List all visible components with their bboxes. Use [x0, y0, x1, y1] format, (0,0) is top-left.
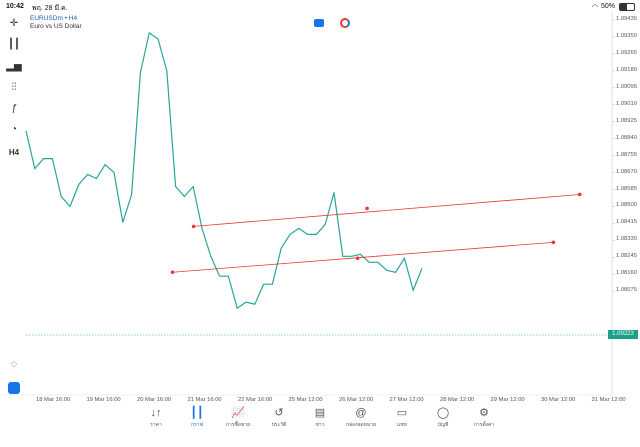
trendline-anchor-point [577, 192, 582, 197]
quotes-icon: ↓↑ [150, 407, 162, 419]
tab-news[interactable]: ▤ ข่าว [297, 405, 343, 429]
tab-label: ประวัติ [271, 422, 287, 428]
y-tick-label: 1.09265 [616, 49, 637, 56]
chat-icon: ▭ [396, 407, 408, 419]
x-tick-label: 28 Mar 12:00 [440, 397, 475, 403]
tab-history[interactable]: ↺ ประวัติ [256, 405, 302, 429]
tab-mailbox[interactable]: @ กล่องจดหมาย [338, 405, 384, 429]
y-tick-label: 1.08160 [616, 270, 637, 277]
x-tick-label: 25 Mar 12:00 [288, 397, 323, 403]
y-tick-label: 1.09010 [616, 100, 637, 107]
trendline-anchor-point [191, 224, 196, 229]
x-tick-label: 29 Mar 12:00 [490, 397, 525, 403]
tab-account[interactable]: ◯ บัญชี [420, 405, 466, 429]
tab-label: บัญชี [437, 422, 449, 428]
y-tick-label: 1.09350 [616, 32, 637, 39]
price-line [25, 32, 423, 310]
tab-chat[interactable]: ▭ แชท [379, 405, 425, 429]
history-icon: ↺ [274, 407, 284, 419]
x-tick-label: 27 Mar 12:00 [389, 397, 424, 403]
tab-chart[interactable]: ┃┃ กราฟ [174, 405, 220, 429]
x-tick-label: 20 Mar 16:00 [137, 397, 172, 403]
y-tick-label: 1.08585 [616, 185, 637, 192]
trendline-anchor-point [365, 206, 369, 211]
y-tick-label: 1.08755 [616, 151, 637, 158]
x-tick-label: 30 Mar 12:00 [541, 397, 576, 403]
news-icon: ▤ [314, 407, 326, 419]
y-tick-label: 1.09180 [616, 66, 637, 73]
trendline-anchor-point [355, 256, 360, 261]
tab-label: การซื้อขาย [225, 422, 251, 428]
tab-label: กราฟ [190, 422, 204, 428]
y-tick-label: 1.08840 [616, 134, 637, 141]
y-tick-label: 1.08925 [616, 117, 637, 124]
tab-trade[interactable]: 📈 การซื้อขาย [215, 405, 261, 429]
trade-icon: 📈 [231, 407, 245, 419]
tab-settings[interactable]: ⚙ การตั้งค่า [461, 405, 507, 429]
mailbox-icon: @ [355, 407, 367, 419]
x-tick-label: 26 Mar 12:00 [339, 397, 374, 403]
tab-label: กล่องจดหมาย [345, 422, 377, 428]
trendline-anchor-point [170, 270, 175, 275]
y-tick-label: 1.08500 [616, 202, 637, 209]
x-tick-label: 19 Mar 16:00 [86, 397, 121, 403]
y-tick-label: 1.08245 [616, 253, 637, 260]
y-tick-label: 1.08670 [616, 168, 637, 175]
y-tick-label: 1.08330 [616, 236, 637, 243]
trendline-1 [193, 194, 580, 227]
tab-label: การตั้งค่า [473, 422, 495, 428]
y-tick-label: 1.08075 [616, 287, 637, 294]
x-tick-label: 31 Mar 12:00 [591, 397, 626, 403]
settings-icon: ⚙ [479, 407, 489, 419]
trendline-anchor-point [551, 240, 556, 245]
y-tick-label: 1.09095 [616, 83, 637, 90]
tab-quotes[interactable]: ↓↑ ราคา [133, 405, 179, 429]
account-icon: ◯ [436, 407, 450, 419]
tab-label: ราคา [150, 422, 162, 428]
y-tick-label: 1.09435 [616, 16, 637, 22]
y-tick-label: 1.08415 [616, 219, 637, 226]
chart-icon: ┃┃ [190, 407, 204, 419]
tab-label: ข่าว [315, 422, 325, 428]
tab-label: แชท [397, 422, 407, 428]
x-tick-label: 21 Mar 16:00 [187, 397, 222, 403]
price-chart[interactable] [0, 0, 640, 447]
current-price-badge: 1.09223 [608, 330, 638, 339]
x-tick-label: 18 Mar 16:00 [36, 397, 71, 403]
x-tick-label: 22 Mar 16:00 [238, 397, 273, 403]
trendline-2 [172, 241, 554, 273]
